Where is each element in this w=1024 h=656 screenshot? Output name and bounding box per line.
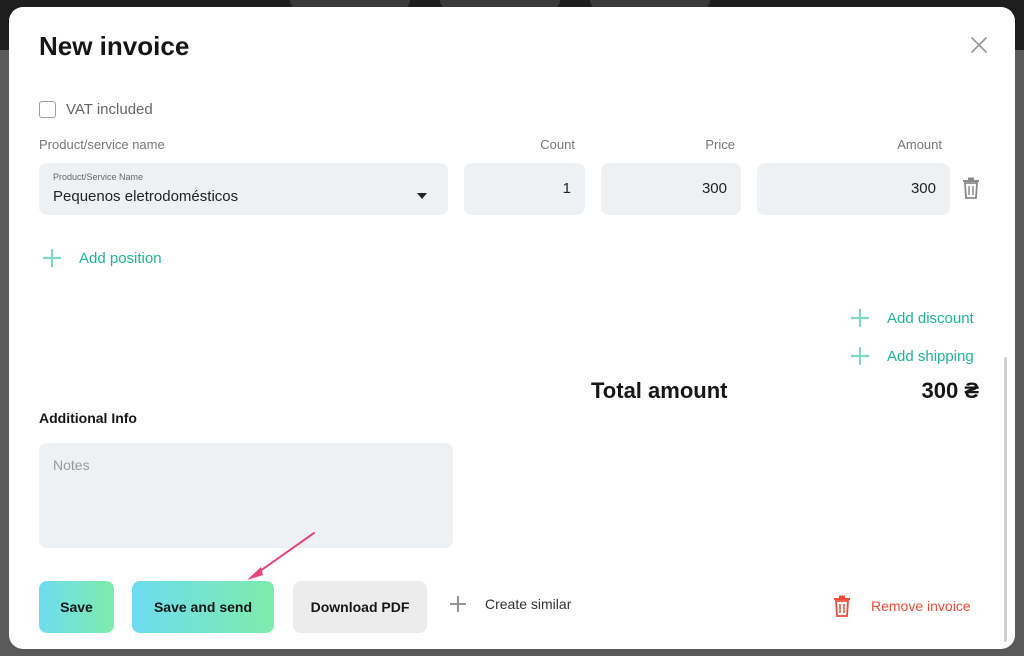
- chevron-down-icon[interactable]: [417, 193, 427, 199]
- vat-included-toggle[interactable]: VAT included: [39, 101, 153, 118]
- product-value: Pequenos eletrodomésticos: [53, 188, 239, 205]
- notes-field[interactable]: [39, 443, 453, 548]
- new-invoice-modal: New invoice VAT included Product/service…: [9, 7, 1015, 649]
- plus-icon: [851, 309, 869, 327]
- plus-icon: [851, 347, 869, 365]
- add-discount-label: Add discount: [887, 309, 974, 327]
- create-similar-label: Create similar: [485, 596, 572, 612]
- save-and-send-button[interactable]: Save and send: [132, 581, 274, 633]
- trash-icon: [834, 595, 850, 617]
- column-header-amount: Amount: [897, 137, 942, 152]
- vat-label: VAT included: [66, 101, 153, 118]
- price-value: 300: [701, 180, 727, 197]
- remove-invoice-label: Remove invoice: [871, 598, 971, 614]
- price-input[interactable]: 300: [601, 163, 741, 215]
- add-position-label: Add position: [79, 249, 162, 267]
- product-field-label: Product/Service Name: [53, 172, 144, 182]
- plus-icon: [450, 596, 466, 612]
- vat-checkbox[interactable]: [39, 101, 56, 118]
- total-amount-value: 300 ₴: [921, 378, 980, 403]
- add-discount-button[interactable]: Add discount: [849, 307, 974, 329]
- add-shipping-label: Add shipping: [887, 347, 974, 365]
- close-icon[interactable]: [969, 35, 989, 55]
- additional-info-label: Additional Info: [39, 410, 137, 426]
- save-button[interactable]: Save: [39, 581, 114, 633]
- add-position-button[interactable]: Add position: [41, 247, 162, 269]
- remove-invoice-button[interactable]: Remove invoice: [833, 595, 971, 617]
- count-input[interactable]: 1: [464, 163, 585, 215]
- column-header-price: Price: [705, 137, 735, 152]
- trash-icon[interactable]: [962, 177, 980, 199]
- plus-icon: [43, 249, 61, 267]
- column-header-count: Count: [540, 137, 575, 152]
- column-header-name: Product/service name: [39, 137, 165, 152]
- scrollbar[interactable]: [1004, 357, 1007, 642]
- amount-value: 300: [910, 180, 936, 197]
- add-shipping-button[interactable]: Add shipping: [849, 345, 974, 367]
- count-value: 1: [562, 180, 571, 197]
- total-amount-label: Total amount: [591, 378, 728, 403]
- product-select[interactable]: Product/Service Name Pequenos eletrodomé…: [39, 163, 448, 215]
- amount-input[interactable]: 300: [757, 163, 950, 215]
- modal-title: New invoice: [39, 31, 190, 61]
- download-pdf-button[interactable]: Download PDF: [293, 581, 427, 633]
- create-similar-button[interactable]: Create similar: [449, 595, 571, 613]
